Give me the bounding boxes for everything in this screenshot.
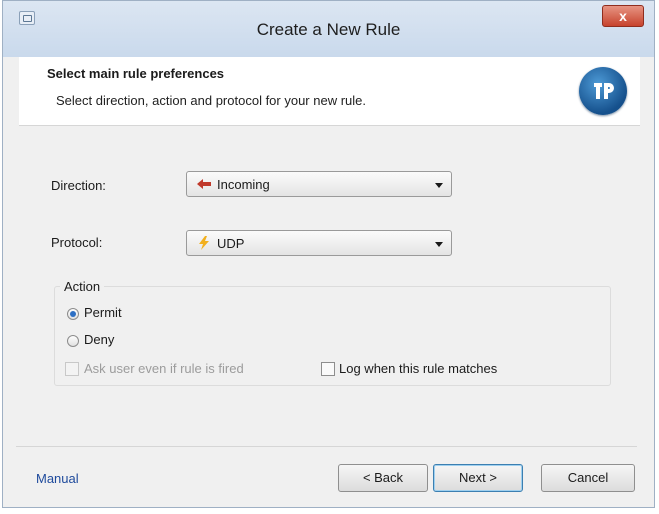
protocol-dropdown[interactable]: UDP (186, 230, 452, 256)
back-button[interactable]: < Back (338, 464, 428, 492)
log-match-label[interactable]: Log when this rule matches (339, 361, 497, 376)
protocol-value: UDP (217, 236, 245, 251)
permit-radio[interactable] (67, 308, 79, 320)
direction-dropdown[interactable]: Incoming (186, 171, 452, 197)
protocol-label: Protocol: (51, 235, 103, 250)
permit-label[interactable]: Permit (84, 305, 122, 320)
wizard-header: Select main rule preferences Select dire… (19, 57, 640, 126)
deny-radio[interactable] (67, 335, 79, 347)
chevron-down-icon (435, 242, 443, 247)
arrow-left-icon (197, 179, 211, 189)
direction-label: Direction: (51, 178, 106, 193)
cancel-button[interactable]: Cancel (541, 464, 635, 492)
deny-label[interactable]: Deny (84, 332, 114, 347)
header-title: Select main rule preferences (47, 66, 225, 81)
close-button[interactable]: x (602, 5, 644, 27)
header-subtitle: Select direction, action and protocol fo… (56, 93, 367, 108)
ask-user-checkbox (65, 362, 79, 376)
footer-divider (16, 446, 637, 447)
brand-logo-icon (579, 67, 627, 115)
log-match-checkbox[interactable] (321, 362, 335, 376)
ask-user-label: Ask user even if rule is fired (84, 361, 244, 376)
chevron-down-icon (435, 183, 443, 188)
lightning-icon (199, 236, 209, 250)
title-bar[interactable]: Create a New Rule x (3, 1, 654, 57)
manual-link[interactable]: Manual (36, 471, 79, 486)
direction-value: Incoming (217, 177, 270, 192)
next-button[interactable]: Next > (433, 464, 523, 492)
window-title: Create a New Rule (256, 20, 401, 39)
action-group-label: Action (60, 279, 105, 294)
